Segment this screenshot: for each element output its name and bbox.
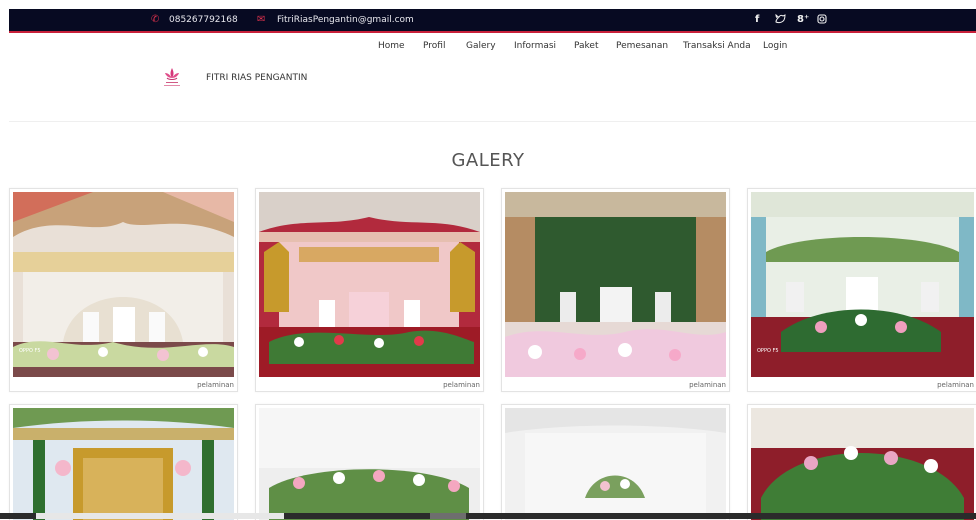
google-plus-icon[interactable]: 8⁺ — [797, 9, 809, 31]
main-navigation: Home Profil Galery Informasi Paket Pemes… — [0, 41, 976, 57]
facebook-icon[interactable]: f — [755, 9, 759, 31]
nav-transaksi-anda[interactable]: Transaksi Anda — [683, 41, 751, 51]
gallery-image[interactable] — [505, 408, 726, 520]
gallery-caption: pelaminan — [443, 381, 480, 389]
gallery-image[interactable]: OPPO F5 — [751, 192, 974, 377]
gallery-card[interactable]: pelaminan — [501, 188, 730, 392]
gallery-image[interactable] — [13, 408, 234, 520]
nav-home[interactable]: Home — [378, 41, 405, 51]
nav-profil[interactable]: Profil — [423, 41, 445, 51]
twitter-icon[interactable] — [775, 9, 786, 31]
nav-pemesanan[interactable]: Pemesanan — [616, 41, 668, 51]
gallery-card[interactable] — [255, 404, 484, 520]
email-address[interactable]: FitriRiasPengantin@gmail.com — [277, 9, 414, 31]
gallery-image[interactable]: OPPO F5 — [13, 192, 234, 377]
gallery-card[interactable] — [501, 404, 730, 520]
gallery-image[interactable] — [259, 408, 480, 520]
phone-icon: ✆ — [151, 14, 160, 25]
svg-text:OPPO F5: OPPO F5 — [19, 348, 41, 354]
gallery-card[interactable]: OPPO F5 pelaminan — [747, 188, 976, 392]
gallery-card[interactable] — [9, 404, 238, 520]
gallery-card[interactable]: OPPO F5 pelaminan — [9, 188, 238, 392]
gallery-caption: pelaminan — [197, 381, 234, 389]
gallery-image[interactable] — [505, 192, 726, 377]
gallery-caption: pelaminan — [937, 381, 974, 389]
nav-login[interactable]: Login — [763, 41, 787, 51]
gallery-card[interactable] — [747, 404, 976, 520]
horizontal-scrollbar[interactable] — [0, 513, 976, 519]
gallery-caption: pelaminan — [689, 381, 726, 389]
gallery-card[interactable]: pelaminan — [255, 188, 484, 392]
nav-galery[interactable]: Galery — [466, 41, 496, 51]
page-title: GALERY — [451, 150, 525, 171]
brand-name[interactable]: FITRI RIAS PENGANTIN — [206, 73, 307, 83]
gallery-image[interactable] — [751, 408, 974, 520]
mail-icon: ✉ — [257, 14, 266, 25]
nav-informasi[interactable]: Informasi — [514, 41, 556, 51]
scrollbar-thumb[interactable] — [36, 513, 284, 519]
nav-paket[interactable]: Paket — [574, 41, 599, 51]
left-gutter — [0, 0, 9, 519]
page-frame: ✆ 085267792168 ✉ FitriRiasPengantin@gmai… — [0, 0, 976, 520]
scrollbar-segment — [430, 513, 466, 519]
svg-text:OPPO F5: OPPO F5 — [757, 348, 779, 354]
gallery-image[interactable] — [259, 192, 480, 377]
brand-logo[interactable] — [161, 66, 183, 88]
header-divider — [9, 121, 976, 122]
top-contact-bar: ✆ 085267792168 ✉ FitriRiasPengantin@gmai… — [9, 9, 976, 33]
instagram-icon[interactable] — [817, 9, 827, 31]
phone-number[interactable]: 085267792168 — [169, 9, 238, 31]
